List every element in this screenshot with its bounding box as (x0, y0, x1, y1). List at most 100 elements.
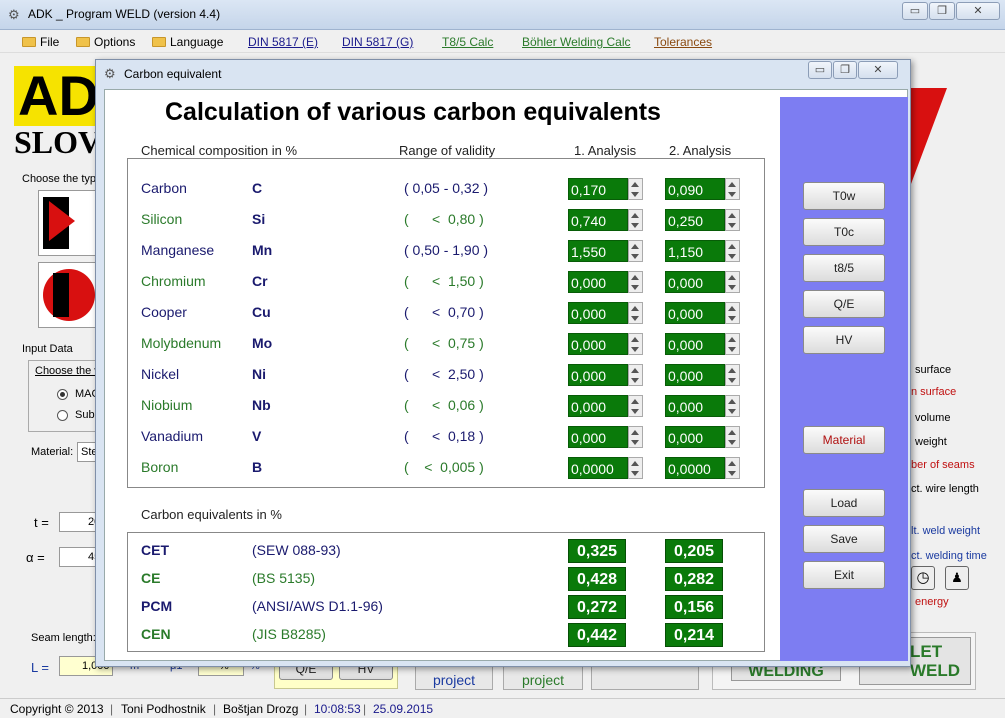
arrow-down-icon[interactable] (728, 409, 736, 414)
arrow-down-icon[interactable] (631, 347, 639, 352)
arrow-up-icon[interactable] (728, 213, 736, 218)
arrow-down-icon[interactable] (728, 192, 736, 197)
arrow-up-icon[interactable] (728, 430, 736, 435)
arrow-down-icon[interactable] (631, 192, 639, 197)
analysis1-value[interactable]: 0,0000 (568, 457, 628, 479)
analysis1-value[interactable]: 0,000 (568, 364, 628, 386)
arrow-up-icon[interactable] (728, 244, 736, 249)
main-minimize-button[interactable]: ▭ (902, 2, 928, 20)
analysis1-spinner[interactable]: 0,0000 (568, 457, 643, 479)
analysis2-value[interactable]: 0,000 (665, 302, 725, 324)
dialog-close-button[interactable]: ✕ (858, 61, 898, 79)
spinner-arrows[interactable] (725, 364, 740, 386)
menu-din5817g[interactable]: DIN 5817 (G) (342, 35, 413, 49)
save-button[interactable]: Save (803, 525, 885, 553)
spinner-arrows[interactable] (628, 426, 643, 448)
analysis1-spinner[interactable]: 0,000 (568, 271, 643, 293)
analysis1-value[interactable]: 0,000 (568, 395, 628, 417)
arrow-up-icon[interactable] (728, 182, 736, 187)
analysis1-value[interactable]: 0,000 (568, 426, 628, 448)
spinner-arrows[interactable] (725, 240, 740, 262)
arrow-down-icon[interactable] (728, 378, 736, 383)
t-input[interactable]: 20 (59, 512, 100, 532)
arrow-down-icon[interactable] (631, 440, 639, 445)
arrow-up-icon[interactable] (631, 461, 639, 466)
arrow-down-icon[interactable] (631, 285, 639, 290)
arrow-down-icon[interactable] (728, 223, 736, 228)
arrow-down-icon[interactable] (631, 254, 639, 259)
arrow-up-icon[interactable] (631, 244, 639, 249)
bg-blank-button[interactable] (591, 664, 699, 690)
analysis1-value[interactable]: 1,550 (568, 240, 628, 262)
analysis2-value[interactable]: 1,150 (665, 240, 725, 262)
exit-button[interactable]: Exit (803, 561, 885, 589)
spinner-arrows[interactable] (628, 240, 643, 262)
person-icon[interactable]: ♟ (945, 566, 969, 590)
analysis1-spinner[interactable]: 0,000 (568, 395, 643, 417)
hv-button[interactable]: HV (803, 326, 885, 354)
project-button-2[interactable]: project (503, 664, 583, 690)
material-button[interactable]: Material (803, 426, 885, 454)
analysis2-value[interactable]: 0,250 (665, 209, 725, 231)
arrow-up-icon[interactable] (631, 337, 639, 342)
analysis2-value[interactable]: 0,000 (665, 395, 725, 417)
radio-sub[interactable] (57, 410, 68, 421)
qe-button[interactable]: Q/E (803, 290, 885, 318)
dialog-restore-button[interactable]: ❐ (833, 61, 857, 79)
menu-file[interactable]: File (22, 35, 59, 49)
analysis1-spinner[interactable]: 0,170 (568, 178, 643, 200)
menu-tolerances[interactable]: Tolerances (654, 35, 712, 49)
arrow-down-icon[interactable] (728, 285, 736, 290)
spinner-arrows[interactable] (628, 271, 643, 293)
radio-mag[interactable] (57, 389, 68, 400)
arrow-up-icon[interactable] (631, 275, 639, 280)
arrow-up-icon[interactable] (631, 399, 639, 404)
arrow-down-icon[interactable] (631, 471, 639, 476)
arrow-up-icon[interactable] (728, 368, 736, 373)
spinner-arrows[interactable] (725, 178, 740, 200)
menu-options[interactable]: Options (76, 35, 135, 49)
analysis1-value[interactable]: 0,170 (568, 178, 628, 200)
spinner-arrows[interactable] (725, 271, 740, 293)
analysis1-spinner[interactable]: 0,740 (568, 209, 643, 231)
analysis2-value[interactable]: 0,0000 (665, 457, 725, 479)
arrow-up-icon[interactable] (728, 399, 736, 404)
analysis2-spinner[interactable]: 0,250 (665, 209, 740, 231)
spinner-arrows[interactable] (628, 395, 643, 417)
analysis1-spinner[interactable]: 0,000 (568, 333, 643, 355)
analysis2-spinner[interactable]: 0,000 (665, 302, 740, 324)
analysis2-value[interactable]: 0,000 (665, 271, 725, 293)
arrow-down-icon[interactable] (631, 378, 639, 383)
spinner-arrows[interactable] (628, 333, 643, 355)
weld-type-2-image[interactable] (38, 262, 98, 328)
alpha-input[interactable]: 45 (59, 547, 100, 567)
analysis1-spinner[interactable]: 1,550 (568, 240, 643, 262)
project-button-1[interactable]: project (415, 664, 493, 690)
main-restore-button[interactable]: ❐ (929, 2, 955, 20)
analysis2-spinner[interactable]: 0,000 (665, 364, 740, 386)
analysis1-value[interactable]: 0,740 (568, 209, 628, 231)
arrow-down-icon[interactable] (631, 409, 639, 414)
arrow-down-icon[interactable] (728, 316, 736, 321)
spinner-arrows[interactable] (725, 395, 740, 417)
analysis2-value[interactable]: 0,000 (665, 333, 725, 355)
spinner-arrows[interactable] (725, 333, 740, 355)
analysis2-spinner[interactable]: 1,150 (665, 240, 740, 262)
spinner-arrows[interactable] (628, 302, 643, 324)
arrow-down-icon[interactable] (631, 316, 639, 321)
dialog-minimize-button[interactable]: ▭ (808, 61, 832, 79)
arrow-up-icon[interactable] (728, 275, 736, 280)
spinner-arrows[interactable] (628, 364, 643, 386)
t0w-button[interactable]: T0w (803, 182, 885, 210)
spinner-arrows[interactable] (725, 457, 740, 479)
arrow-up-icon[interactable] (631, 430, 639, 435)
arrow-up-icon[interactable] (631, 368, 639, 373)
analysis1-spinner[interactable]: 0,000 (568, 364, 643, 386)
analysis1-spinner[interactable]: 0,000 (568, 302, 643, 324)
analysis1-value[interactable]: 0,000 (568, 333, 628, 355)
analysis2-spinner[interactable]: 0,0000 (665, 457, 740, 479)
analysis2-spinner[interactable]: 0,000 (665, 426, 740, 448)
spinner-arrows[interactable] (628, 178, 643, 200)
t85-button[interactable]: t8/5 (803, 254, 885, 282)
weld-type-1-image[interactable] (38, 190, 98, 256)
